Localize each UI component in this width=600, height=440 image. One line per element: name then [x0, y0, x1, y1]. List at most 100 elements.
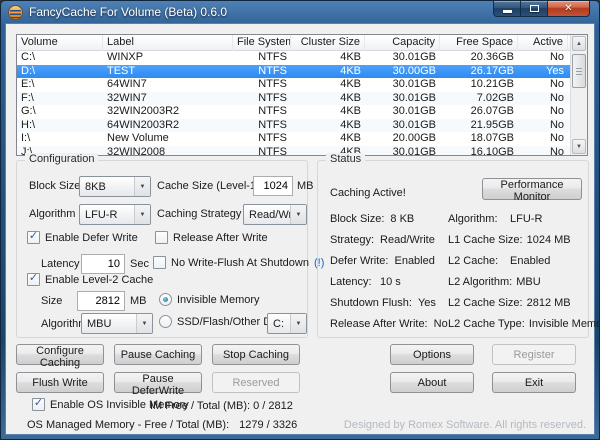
column-header-active[interactable]: Active — [518, 35, 568, 51]
status-label: Algorithm: — [448, 213, 510, 225]
status-value: MBU — [516, 276, 540, 288]
table-row[interactable]: E:\64WIN7NTFS4KB30.01GB10.21GBNo — [17, 78, 587, 92]
ssd-flash-radio[interactable] — [159, 315, 172, 328]
table-cell: 64WIN7 — [103, 78, 233, 92]
table-cell: 4KB — [291, 78, 365, 92]
table-cell: WINXP — [103, 51, 233, 65]
status-label: L1 Cache Size: — [448, 234, 527, 246]
table-cell: No — [518, 132, 568, 146]
status-pair: L2 Cache Size:2812 MB — [448, 297, 571, 309]
app-action-buttons: Options Register About Exit — [390, 344, 576, 393]
check-icon: ✓ — [34, 398, 43, 409]
ssd-drive-select[interactable]: C: ▼ — [267, 313, 307, 334]
reserved-button: Reserved — [212, 372, 300, 393]
volume-table-body: C:\WINXPNTFS4KB30.01GB20.36GBNoD:\TESTNT… — [17, 51, 587, 156]
status-row: Block Size:8 KB Algorithm:LFU-R — [330, 213, 584, 234]
table-cell: 7.02GB — [440, 92, 518, 106]
column-header-free-space[interactable]: Free Space — [440, 35, 518, 51]
performance-monitor-button[interactable]: Performance Monitor — [482, 178, 582, 200]
column-header-cluster-size[interactable]: Cluster Size — [291, 35, 365, 51]
table-cell: NTFS — [233, 105, 291, 119]
table-row[interactable]: F:\32WIN7NTFS4KB30.01GB7.02GBNo — [17, 92, 587, 106]
table-cell: F:\ — [17, 92, 103, 106]
scroll-down-button[interactable]: ▼ — [572, 139, 586, 154]
status-value: Enabled — [510, 255, 550, 267]
credit-text: Designed by Romex Software. All rights r… — [344, 419, 586, 431]
release-after-write-checkbox[interactable]: ✓ — [155, 231, 168, 244]
table-cell: 30.01GB — [365, 51, 440, 65]
no-write-flush-checkbox[interactable]: ✓ — [153, 256, 166, 269]
table-cell: C:\ — [17, 51, 103, 65]
configuration-group-title: Configuration — [25, 153, 98, 165]
table-cell: D:\ — [17, 65, 103, 79]
scroll-up-icon: ▲ — [576, 41, 582, 47]
pause-deferwrite-button[interactable]: Pause DeferWrite — [114, 372, 202, 393]
table-row[interactable]: G:\32WIN2003R2NTFS4KB30.01GB26.07GBNo — [17, 105, 587, 119]
no-write-flush-row: ✓ No Write-Flush At Shutdown (!) — [153, 256, 324, 269]
table-cell: No — [518, 119, 568, 133]
enable-defer-write-checkbox[interactable]: ✓ — [27, 231, 40, 244]
table-row[interactable]: J:\32WIN2008NTFS4KB30.01GB16.10GBNo — [17, 146, 587, 157]
table-cell: NTFS — [233, 78, 291, 92]
maximize-button[interactable] — [521, 1, 548, 17]
status-pair: L2 Cache:Enabled — [448, 255, 550, 267]
block-size-label: Block Size — [29, 180, 80, 192]
minimize-button[interactable] — [493, 1, 521, 17]
status-label: L2 Cache Size: — [448, 297, 527, 309]
options-button[interactable]: Options — [390, 344, 474, 365]
status-value: 8 KB — [390, 213, 414, 225]
latency-input[interactable] — [81, 254, 125, 274]
algorithm-select[interactable]: LFU-R ▼ — [79, 204, 151, 225]
status-label: Release After Write: — [330, 318, 434, 330]
table-cell: No — [518, 78, 568, 92]
algorithm-label: Algorithm — [29, 208, 75, 220]
stop-caching-button[interactable]: Stop Caching — [212, 344, 300, 365]
flush-write-button[interactable]: Flush Write — [16, 372, 104, 393]
table-cell: NTFS — [233, 51, 291, 65]
table-cell: NTFS — [233, 65, 291, 79]
table-cell: New Volume — [103, 132, 233, 146]
status-pair: Shutdown Flush:Yes — [330, 297, 448, 309]
status-value: LFU-R — [510, 213, 542, 225]
window-controls: ✕ — [493, 1, 590, 17]
l2-size-unit: MB — [130, 295, 147, 307]
l2-algorithm-select[interactable]: MBU ▼ — [81, 313, 153, 334]
column-header-capacity[interactable]: Capacity — [365, 35, 440, 51]
table-row[interactable]: I:\New VolumeNTFS4KB20.00GB18.07GBNo — [17, 132, 587, 146]
status-label: Block Size: — [330, 213, 390, 225]
table-row[interactable]: C:\WINXPNTFS4KB30.01GB20.36GBNo — [17, 51, 587, 65]
column-header-file-system[interactable]: File System — [233, 35, 291, 51]
enable-level2-cache-checkbox[interactable]: ✓ — [27, 273, 40, 286]
status-label: Latency: — [330, 276, 380, 288]
cache-size-input[interactable] — [253, 176, 293, 196]
table-cell: 30.01GB — [365, 92, 440, 106]
block-size-select[interactable]: 8KB ▼ — [79, 176, 151, 197]
status-pair: L2 Algorithm:MBU — [448, 276, 541, 288]
table-scrollbar[interactable]: ▲ ▼ — [570, 35, 587, 155]
column-header-label[interactable]: Label — [103, 35, 233, 51]
scroll-up-button[interactable]: ▲ — [572, 36, 586, 51]
l2-size-input[interactable] — [77, 291, 125, 311]
table-cell: 4KB — [291, 132, 365, 146]
latency-label: Latency — [41, 258, 80, 270]
register-button: Register — [492, 344, 576, 365]
caching-active-text: Caching Active! — [330, 187, 406, 199]
about-button[interactable]: About — [390, 372, 474, 393]
pause-caching-button[interactable]: Pause Caching — [114, 344, 202, 365]
table-cell: No — [518, 105, 568, 119]
configure-caching-button[interactable]: Configure Caching — [16, 344, 104, 365]
status-pair: Algorithm:LFU-R — [448, 213, 542, 225]
invisible-memory-radio[interactable] — [159, 293, 172, 306]
table-row[interactable]: H:\64WIN2003R2NTFS4KB30.01GB21.95GBNo — [17, 119, 587, 133]
caching-strategy-select[interactable]: Read/Write ▼ — [243, 204, 307, 225]
table-row[interactable]: D:\TESTNTFS4KB30.00GB26.17GBYes — [17, 65, 587, 79]
close-icon: ✕ — [564, 3, 572, 14]
status-row: Strategy:Read/WriteL1 Cache Size:1024 MB — [330, 234, 584, 255]
close-button[interactable]: ✕ — [548, 1, 590, 17]
app-window: FancyCache For Volume (Beta) 0.6.0 ✕ Vol… — [0, 0, 600, 440]
enable-defer-write-label: Enable Defer Write — [45, 232, 138, 244]
exit-button[interactable]: Exit — [492, 372, 576, 393]
column-header-volume[interactable]: Volume — [17, 35, 103, 51]
enable-os-invisible-memory-checkbox[interactable]: ✓ — [32, 398, 45, 411]
scrollbar-thumb[interactable] — [572, 54, 586, 88]
